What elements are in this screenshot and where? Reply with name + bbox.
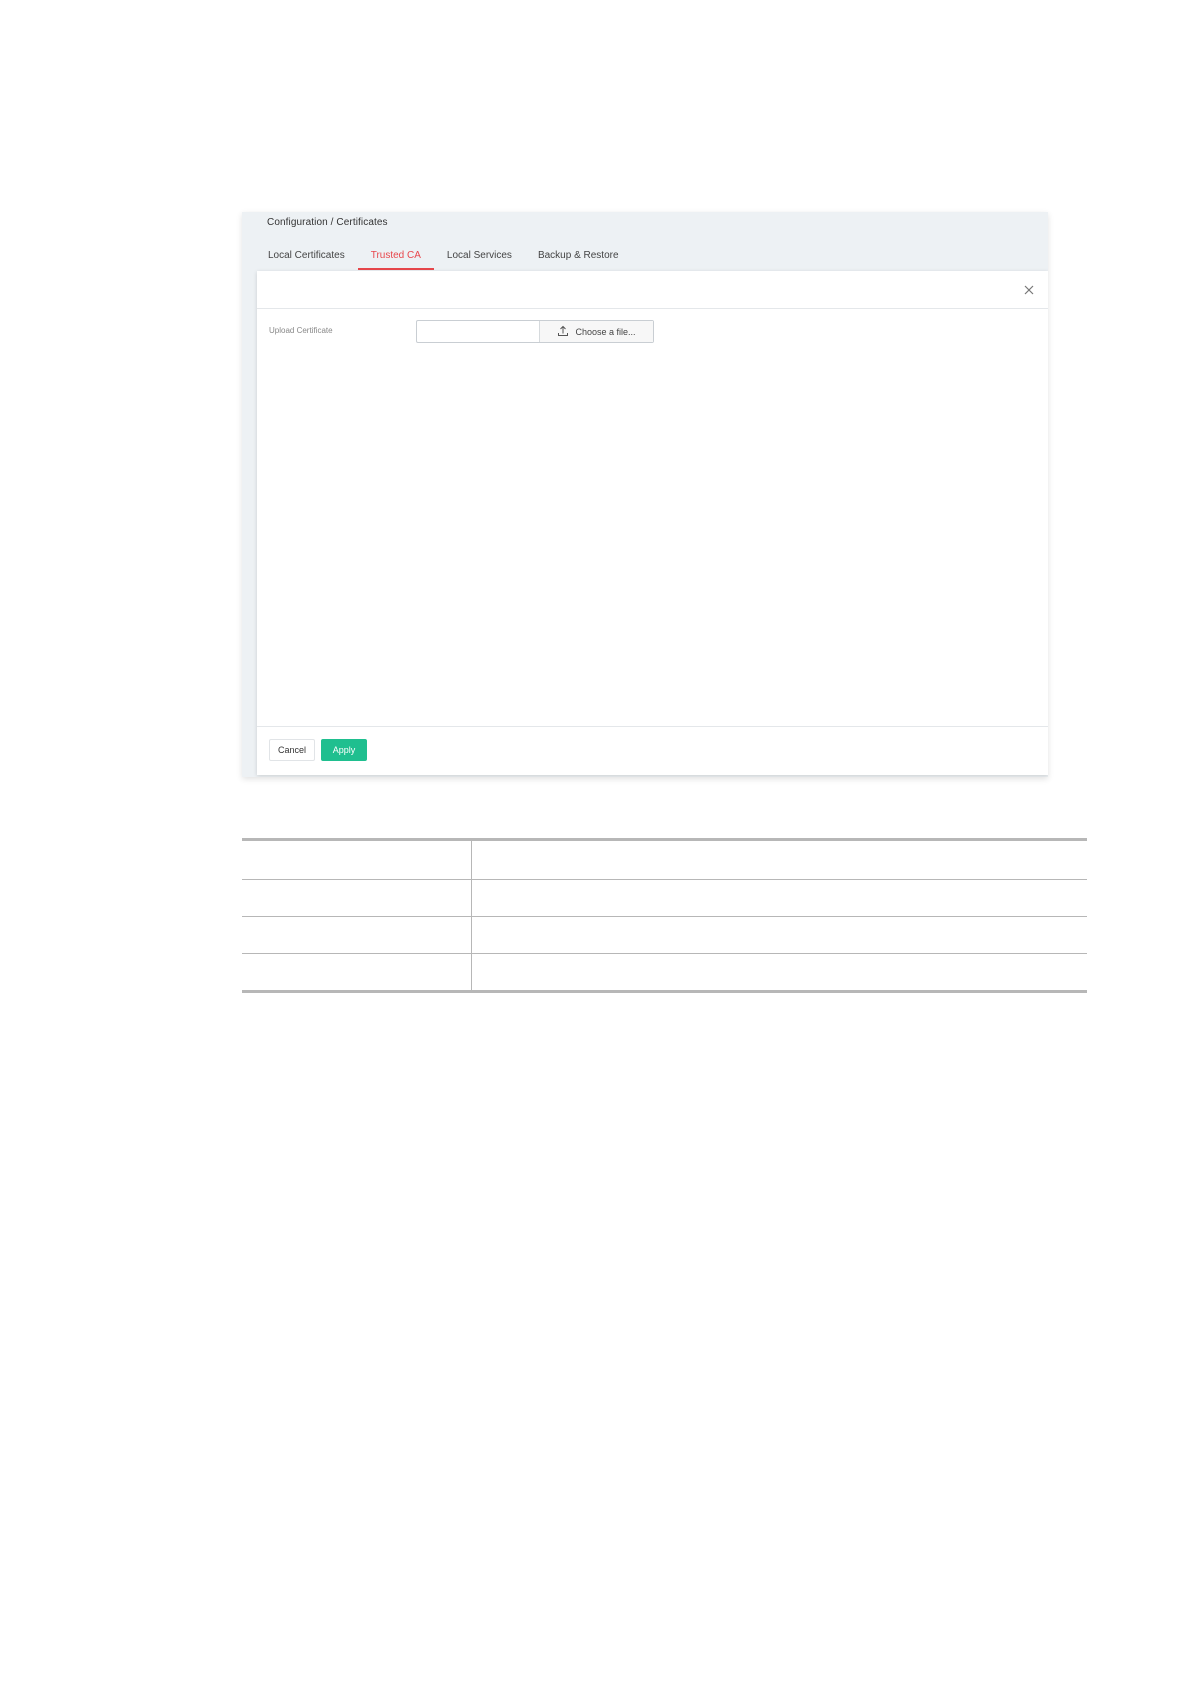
tab-local-services[interactable]: Local Services — [434, 246, 525, 270]
upload-icon — [557, 325, 569, 339]
dialog-footer: Cancel Apply — [257, 726, 1048, 775]
screenshot-frame: Configuration / Certificates Local Certi… — [242, 212, 1048, 777]
choose-file-label: Choose a file... — [575, 326, 636, 337]
upload-certificate-label: Upload Certificate — [269, 326, 333, 335]
choose-file-button[interactable]: Choose a file... — [539, 321, 653, 342]
file-picker: Choose a file... — [416, 320, 654, 343]
table-cell — [242, 953, 472, 993]
table-cell — [471, 838, 1087, 880]
table-row — [242, 879, 1087, 917]
table-cell — [471, 953, 1087, 993]
tab-trusted-ca[interactable]: Trusted CA — [357, 246, 434, 270]
apply-button[interactable]: Apply — [321, 739, 367, 761]
close-icon[interactable] — [1022, 283, 1036, 297]
upload-certificate-row: Upload Certificate Choose a file... — [269, 320, 1029, 344]
tab-backup-restore[interactable]: Backup & Restore — [525, 246, 632, 270]
table-cell — [242, 916, 472, 954]
file-path-input[interactable] — [417, 321, 539, 342]
table-cell — [242, 838, 472, 880]
description-table — [242, 838, 1087, 993]
dialog-header — [257, 271, 1048, 309]
tab-bar: Local Certificates Trusted CA Local Serv… — [255, 246, 632, 270]
upload-dialog: Upload Certificate Choose a file... Canc… — [257, 271, 1048, 775]
table-row — [242, 916, 1087, 954]
tab-local-certificates[interactable]: Local Certificates — [255, 246, 358, 270]
table-row — [242, 953, 1087, 993]
table-cell — [471, 879, 1087, 917]
table-row — [242, 838, 1087, 880]
table-cell — [242, 879, 472, 917]
breadcrumb: Configuration / Certificates — [267, 217, 388, 228]
table-cell — [471, 916, 1087, 954]
cancel-button[interactable]: Cancel — [269, 739, 315, 761]
